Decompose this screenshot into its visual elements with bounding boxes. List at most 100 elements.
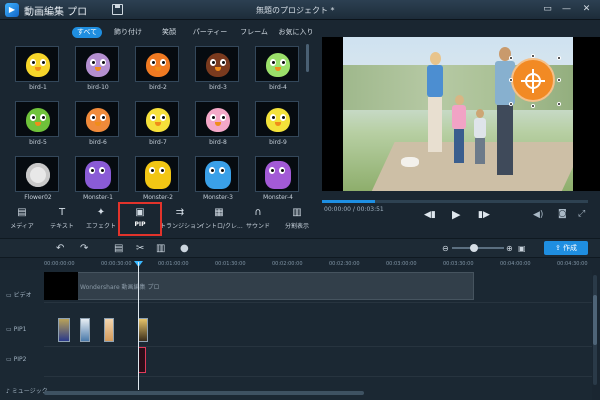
playhead[interactable] [138, 262, 139, 390]
library-item[interactable]: Monster-4 [250, 154, 310, 204]
intro-credits-button[interactable]: ▦ イントロ/クレ... [199, 206, 243, 232]
fullscreen-icon[interactable]: ⤢ [578, 209, 585, 219]
bird-icon [146, 53, 170, 77]
library-item[interactable]: bird-1 [10, 44, 70, 96]
library-item-label: Monster-1 [83, 194, 113, 201]
pip-library-grid: bird-1 bird-10 bird-2 bird-3 bird-4 bird-5 bir… [10, 44, 312, 204]
transition-button[interactable]: ⇉ トランジション [160, 206, 202, 232]
resize-handle-icon[interactable] [531, 104, 535, 108]
tab-party[interactable]: パーティー [190, 27, 230, 38]
library-item-label: bird-4 [269, 84, 287, 91]
delete-icon[interactable]: ▥ [156, 242, 165, 256]
library-item[interactable]: bird-10 [70, 44, 130, 96]
library-item[interactable]: Monster-2 [130, 154, 190, 204]
library-item-label: Monster-2 [143, 194, 173, 201]
library-item-thumbnail [15, 46, 59, 82]
split-screen-button[interactable]: ▥ 分割表示 [277, 206, 317, 232]
play-button[interactable]: ▶ [452, 208, 460, 221]
minimize-window-icon[interactable]: ▭ [541, 3, 554, 16]
fit-timeline-icon[interactable]: ▣ [518, 242, 526, 256]
library-item[interactable]: Monster-3 [190, 154, 250, 204]
headphones-icon: ∩ [254, 207, 262, 218]
zoom-out-icon[interactable]: ⊖ [442, 242, 449, 256]
playback-progress-bar[interactable] [322, 200, 588, 203]
split-clip-icon[interactable]: ✂ [136, 242, 144, 256]
tab-all[interactable]: すべて [72, 27, 102, 38]
ruler-tick-label: 00:04:30:00 [557, 261, 588, 267]
volume-icon[interactable]: ◀) [533, 210, 543, 220]
track-label-video: ▭ ビデオ [6, 292, 32, 299]
flower-icon [26, 163, 50, 187]
zoom-in-icon[interactable]: ⊕ [506, 242, 513, 256]
close-window-button[interactable]: ✕ [580, 3, 593, 16]
bird-icon [86, 108, 110, 132]
snapshot-camera-icon[interactable]: ◙ [558, 209, 567, 219]
resize-handle-icon[interactable] [557, 56, 561, 60]
resize-handle-icon[interactable] [509, 78, 513, 82]
voiceover-mic-icon[interactable]: ● [180, 242, 189, 256]
app-logo-icon: ▶ [5, 3, 19, 17]
library-item-label: bird-6 [89, 139, 107, 146]
pip-overlay[interactable] [511, 58, 555, 102]
resize-handle-icon[interactable] [557, 102, 561, 106]
previous-frame-button[interactable]: ◀▮ [424, 210, 436, 220]
library-item[interactable]: Monster-1 [70, 154, 130, 204]
timecode: 00:00:00 / 00:03:51 [324, 206, 384, 213]
text-button[interactable]: T テキスト [42, 206, 82, 232]
bird-icon [26, 108, 50, 132]
library-item-thumbnail [135, 46, 179, 82]
resize-handle-icon[interactable] [557, 78, 561, 82]
zoom-slider-knob[interactable] [470, 244, 478, 252]
sound-button[interactable]: ∩ サウンド [238, 206, 278, 232]
library-item-label: Flower02 [24, 194, 52, 201]
resize-handle-icon[interactable] [509, 102, 513, 106]
library-item-thumbnail [15, 101, 59, 137]
ruler-tick-label: 00:03:00:00 [386, 261, 417, 267]
pip2-clip[interactable] [138, 347, 146, 373]
undo-icon[interactable]: ↶ [56, 242, 64, 256]
tab-favorites[interactable]: お気に入り [276, 27, 316, 38]
library-item[interactable]: bird-5 [10, 99, 70, 151]
save-icon[interactable] [112, 4, 123, 15]
preview-player [322, 37, 600, 191]
effect-button[interactable]: ✦ エフェクト [81, 206, 121, 232]
library-item[interactable]: Flower02 [10, 154, 70, 204]
resize-handle-icon[interactable] [509, 56, 513, 60]
timeline-ruler[interactable]: 00:00:00:00 00:00:30:00 00:01:00:00 00:01:3… [44, 260, 592, 270]
library-item-thumbnail [195, 46, 239, 82]
ruler-tick-label: 00:02:00:00 [272, 261, 303, 267]
timeline-horizontal-scrollbar[interactable] [44, 391, 364, 395]
library-item[interactable]: bird-3 [190, 44, 250, 96]
title-bar: ▶ 動画編集 プロ 無題のプロジェクト * ▭ — ✕ [0, 0, 600, 20]
tab-frame[interactable]: フレーム [236, 27, 272, 38]
media-button[interactable]: ▤ メディア [2, 206, 42, 232]
pip-clip[interactable] [58, 318, 70, 342]
library-item[interactable]: bird-9 [250, 99, 310, 151]
library-item[interactable]: bird-8 [190, 99, 250, 151]
pip-track-icon: ▭ [6, 326, 14, 333]
zoom-slider-track[interactable] [452, 247, 504, 249]
pip-clip[interactable] [138, 318, 148, 342]
library-item[interactable]: bird-4 [250, 44, 310, 96]
pip-clip[interactable] [80, 318, 90, 342]
library-item[interactable]: bird-2 [130, 44, 190, 96]
ruler-tick-label: 00:01:00:00 [158, 261, 189, 267]
edit-clip-icon[interactable]: ▤ [114, 242, 123, 256]
video-clip-label: Wondershare 動画編集 プロ [80, 284, 160, 291]
pip-clip[interactable] [104, 318, 114, 342]
track-label-music: ♪ ミュージック [6, 388, 48, 395]
next-frame-button[interactable]: ▮▶ [478, 210, 490, 220]
tab-decoration[interactable]: 飾り付け [110, 27, 146, 38]
library-item-thumbnail [135, 156, 179, 192]
library-scrollbar[interactable] [306, 44, 309, 72]
bird-icon [206, 108, 230, 132]
library-item[interactable]: bird-7 [130, 99, 190, 151]
redo-icon[interactable]: ↷ [80, 242, 88, 256]
create-button[interactable]: ⇪ 作成 [544, 241, 588, 255]
effect-wand-icon: ✦ [96, 207, 106, 218]
minimize-button[interactable]: — [560, 3, 573, 16]
tab-smile[interactable]: 笑顔 [154, 27, 184, 38]
timeline-vertical-scrollbar[interactable] [593, 275, 597, 385]
resize-handle-icon[interactable] [531, 54, 535, 58]
library-item[interactable]: bird-6 [70, 99, 130, 151]
